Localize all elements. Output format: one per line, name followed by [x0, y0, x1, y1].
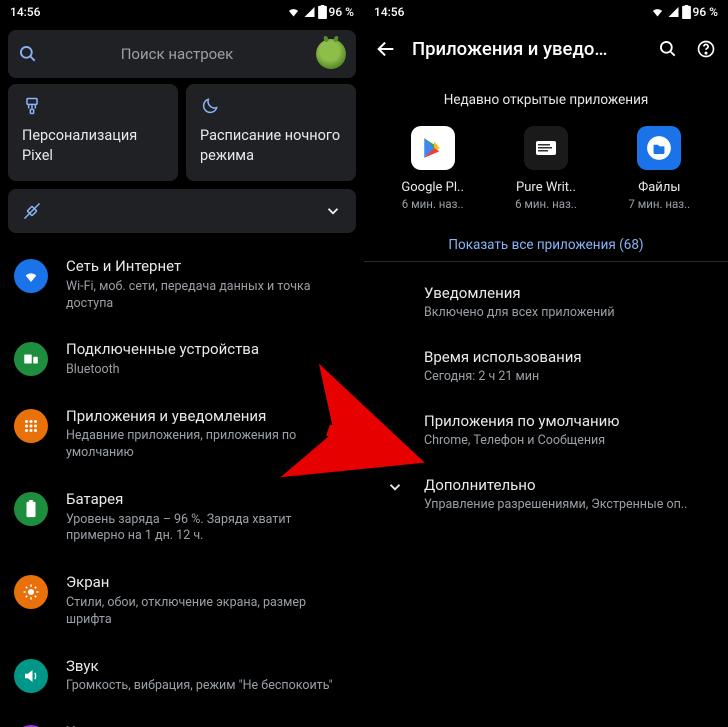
row-subtitle: Chrome, Телефон и Сообщения — [424, 433, 708, 448]
app-name: Google Pl.. — [383, 180, 483, 195]
row-subtitle: Уровень заряда – 96 %. Заряда хватит при… — [66, 512, 348, 546]
chevron-down-icon — [386, 478, 404, 496]
wifi-icon — [14, 259, 48, 293]
row-title: Время использования — [424, 348, 708, 366]
settings-list: Сеть и Интернет Wi-Fi, моб. сети, переда… — [0, 243, 364, 727]
row-title: Дополнительно — [424, 476, 708, 494]
settings-main-screen: 14:56 96 % Поиск настроек Персонализация… — [0, 0, 364, 727]
app-time: 6 мин. наз.. — [496, 197, 596, 211]
row-title: Звук — [66, 657, 348, 677]
apps-icon — [14, 409, 48, 443]
satellite-off-icon — [22, 201, 42, 221]
row-title: Хранилище — [66, 723, 348, 727]
devices-icon — [14, 342, 48, 376]
status-time: 14:56 — [374, 5, 404, 19]
files-icon — [637, 126, 681, 170]
signal-icon — [667, 6, 680, 18]
row-title: Уведомления — [424, 284, 708, 302]
sound-icon — [14, 659, 48, 693]
row-subtitle: Включено для всех приложений — [424, 305, 708, 320]
tile-night-schedule[interactable]: Расписание ночного режима — [186, 84, 356, 181]
row-sound[interactable]: Звук Громкость, вибрация, режим "Не бесп… — [0, 643, 364, 709]
app-time: 7 мин. наз.. — [609, 197, 709, 211]
help-button[interactable] — [694, 39, 718, 59]
row-subtitle: Недавние приложения, приложения по умолч… — [66, 428, 348, 462]
row-title: Батарея — [66, 490, 348, 510]
row-network[interactable]: Сеть и Интернет Wi-Fi, моб. сети, переда… — [0, 243, 364, 326]
chevron-down-icon — [324, 202, 342, 220]
avatar[interactable] — [316, 39, 346, 69]
wifi-icon — [286, 6, 301, 18]
tile-label: Расписание ночного режима — [200, 126, 342, 165]
wifi-icon — [650, 6, 665, 18]
app-name: Pure Writ.. — [496, 180, 596, 195]
row-display[interactable]: Экран Стили, обои, отключение экрана, ра… — [0, 559, 364, 642]
recent-apps: Google Pl.. 6 мин. наз.. Pure Writ.. 6 м… — [364, 126, 728, 211]
search-button[interactable] — [656, 39, 680, 59]
row-default-apps[interactable]: Приложения по умолчанию Chrome, Телефон … — [364, 398, 728, 462]
brush-icon — [22, 96, 164, 116]
status-icons: 96 % — [286, 5, 354, 19]
battery-icon — [682, 5, 691, 19]
play-store-icon — [411, 126, 455, 170]
status-bar: 14:56 96 % — [0, 0, 364, 24]
row-subtitle: Wi-Fi, моб. сети, передача данных и точк… — [66, 279, 348, 313]
row-subtitle: Громкость, вибрация, режим "Не беспокоит… — [66, 678, 348, 695]
tile-label: Персонализация Pixel — [22, 126, 164, 165]
row-subtitle: Сегодня: 2 ч 21 мин — [424, 369, 708, 384]
show-all-apps[interactable]: Показать все приложения (68) — [364, 237, 728, 253]
search-icon — [18, 44, 38, 64]
recent-apps-title: Недавно открытые приложения — [364, 92, 728, 108]
display-icon — [14, 575, 48, 609]
app-name: Файлы — [609, 180, 709, 195]
search-settings[interactable]: Поиск настроек — [8, 30, 356, 78]
recent-app-files[interactable]: Файлы 7 мин. наз.. — [609, 126, 709, 211]
status-bar: 14:56 96 % — [364, 0, 728, 24]
row-advanced[interactable]: Дополнительно Управление разрешениями, Э… — [364, 462, 728, 526]
status-icons: 96 % — [650, 5, 718, 19]
pure-writer-icon — [524, 126, 568, 170]
battery-icon — [14, 492, 48, 526]
row-storage[interactable]: Хранилище — [0, 709, 364, 727]
battery-percent: 96 % — [329, 5, 354, 19]
status-time: 14:56 — [10, 5, 40, 19]
app-bar: Приложения и уведо… — [364, 24, 728, 74]
moon-icon — [200, 96, 342, 116]
settings-sublist: Уведомления Включено для всех приложений… — [364, 270, 728, 526]
recent-app-googleplay[interactable]: Google Pl.. 6 мин. наз.. — [383, 126, 483, 211]
search-placeholder: Поиск настроек — [38, 45, 316, 63]
app-time: 6 мин. наз.. — [383, 197, 483, 211]
row-title: Приложения и уведомления — [66, 407, 348, 427]
row-title: Приложения по умолчанию — [424, 412, 708, 430]
recent-app-purewriter[interactable]: Pure Writ.. 6 мин. наз.. — [496, 126, 596, 211]
row-screen-time[interactable]: Время использования Сегодня: 2 ч 21 мин — [364, 334, 728, 398]
quick-bar[interactable] — [8, 189, 356, 233]
row-title: Сеть и Интернет — [66, 257, 348, 277]
row-connected-devices[interactable]: Подключенные устройства Bluetooth — [0, 326, 364, 392]
back-button[interactable] — [374, 38, 398, 60]
row-subtitle: Bluetooth — [66, 362, 348, 379]
battery-percent: 96 % — [693, 5, 718, 19]
row-title: Экран — [66, 573, 348, 593]
row-notifications[interactable]: Уведомления Включено для всех приложений — [364, 270, 728, 334]
row-battery[interactable]: Батарея Уровень заряда – 96 %. Заряда хв… — [0, 476, 364, 559]
row-subtitle: Управление разрешениями, Экстренные оп.. — [424, 497, 708, 512]
battery-icon — [318, 5, 327, 19]
apps-notifications-screen: 14:56 96 % Приложения и уведо… Недавно о… — [364, 0, 728, 727]
row-subtitle: Стили, обои, отключение экрана, размер ш… — [66, 595, 348, 629]
tile-personalization[interactable]: Персонализация Pixel — [8, 84, 178, 181]
divider — [364, 261, 728, 262]
signal-icon — [303, 6, 316, 18]
page-title: Приложения и уведо… — [412, 38, 642, 60]
row-title: Подключенные устройства — [66, 340, 348, 360]
row-apps-notifications[interactable]: Приложения и уведомления Недавние прилож… — [0, 393, 364, 476]
